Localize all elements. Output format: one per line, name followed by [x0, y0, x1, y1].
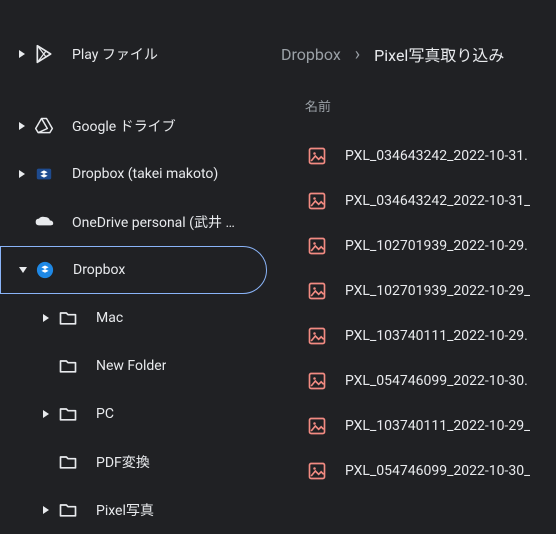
file-name: PXL_103740111_2022-10-29.	[345, 328, 528, 344]
sidebar-item-label: Mac	[96, 310, 123, 326]
chevron-right-icon	[12, 169, 32, 179]
sidebar-item-play-files[interactable]: Play ファイル	[0, 30, 267, 78]
breadcrumb-root[interactable]: Dropbox	[281, 45, 341, 64]
chevron-right-icon	[12, 121, 32, 131]
chevron-down-icon	[13, 265, 33, 275]
sidebar-item-label: Dropbox (takei makoto)	[72, 166, 218, 182]
chevron-right-icon	[36, 409, 56, 419]
file-row[interactable]: PXL_102701939_2022-10-29.	[275, 223, 556, 268]
image-icon	[307, 416, 327, 436]
file-name: PXL_102701939_2022-10-29.	[345, 238, 528, 254]
folder-icon	[56, 498, 80, 522]
sidebar-item-dropbox[interactable]: Dropbox	[0, 246, 267, 294]
image-icon	[307, 236, 327, 256]
onedrive-icon	[32, 210, 56, 234]
image-icon	[307, 281, 327, 301]
sidebar-item-label: Play ファイル	[72, 44, 158, 64]
sidebar-item-label: New Folder	[96, 358, 166, 374]
image-icon	[307, 371, 327, 391]
sidebar-item-mac[interactable]: Mac	[0, 294, 267, 342]
sidebar-item-label: Google ドライブ	[72, 116, 176, 136]
sidebar-item-dropbox-takei[interactable]: Dropbox (takei makoto)	[0, 150, 267, 198]
file-name: PXL_054746099_2022-10-30_	[345, 463, 530, 479]
sidebar: Play ファイル Google ドライブ Dropbox (takei mak…	[0, 0, 275, 503]
google-drive-icon	[32, 114, 56, 138]
breadcrumb-current[interactable]: Pixel写真取り込み	[374, 42, 504, 66]
file-name: PXL_054746099_2022-10-30.	[345, 373, 528, 389]
folder-icon	[56, 402, 80, 426]
sidebar-item-pdf[interactable]: PDF変換	[0, 438, 267, 486]
image-icon	[307, 326, 327, 346]
main-pane: Dropbox › Pixel写真取り込み 名前 PXL_034643242_2…	[275, 0, 556, 503]
sidebar-item-label: Pixel写真	[96, 500, 154, 520]
breadcrumb: Dropbox › Pixel写真取り込み	[275, 30, 556, 78]
folder-icon	[56, 450, 80, 474]
file-name: PXL_102701939_2022-10-29_	[345, 283, 530, 299]
dropbox-icon	[32, 162, 56, 186]
sidebar-item-pixel-photos[interactable]: Pixel写真	[0, 486, 267, 534]
image-icon	[307, 461, 327, 481]
sidebar-item-new-folder[interactable]: New Folder	[0, 342, 267, 390]
file-row[interactable]: PXL_054746099_2022-10-30_	[275, 448, 556, 493]
file-row[interactable]: PXL_102701939_2022-10-29_	[275, 268, 556, 313]
folder-icon	[56, 306, 80, 330]
chevron-right-icon: ›	[355, 44, 360, 65]
sidebar-item-label: Dropbox	[73, 262, 125, 278]
file-row[interactable]: PXL_034643242_2022-10-31.	[275, 133, 556, 178]
sidebar-item-onedrive[interactable]: OneDrive personal (武井 …	[0, 198, 267, 246]
file-name: PXL_103740111_2022-10-29_	[345, 418, 530, 434]
sidebar-item-label: PC	[96, 406, 114, 422]
chevron-right-icon	[36, 313, 56, 323]
file-row[interactable]: PXL_103740111_2022-10-29.	[275, 313, 556, 358]
chevron-right-icon	[12, 49, 32, 59]
folder-icon	[56, 354, 80, 378]
file-name: PXL_034643242_2022-10-31_	[345, 193, 530, 209]
file-row[interactable]: PXL_103740111_2022-10-29_	[275, 403, 556, 448]
sidebar-item-label: PDF変換	[96, 452, 150, 472]
chevron-right-icon	[36, 505, 56, 515]
sidebar-item-pc[interactable]: PC	[0, 390, 267, 438]
sidebar-item-label: OneDrive personal (武井 …	[72, 212, 235, 232]
file-list: PXL_034643242_2022-10-31. PXL_034643242_…	[275, 133, 556, 493]
dropbox-icon	[33, 258, 57, 282]
file-row[interactable]: PXL_054746099_2022-10-30.	[275, 358, 556, 403]
column-header-name[interactable]: 名前	[275, 78, 556, 133]
play-store-icon	[32, 42, 56, 66]
file-name: PXL_034643242_2022-10-31.	[345, 148, 528, 164]
file-row[interactable]: PXL_034643242_2022-10-31_	[275, 178, 556, 223]
image-icon	[307, 146, 327, 166]
image-icon	[307, 191, 327, 211]
sidebar-item-google-drive[interactable]: Google ドライブ	[0, 102, 267, 150]
